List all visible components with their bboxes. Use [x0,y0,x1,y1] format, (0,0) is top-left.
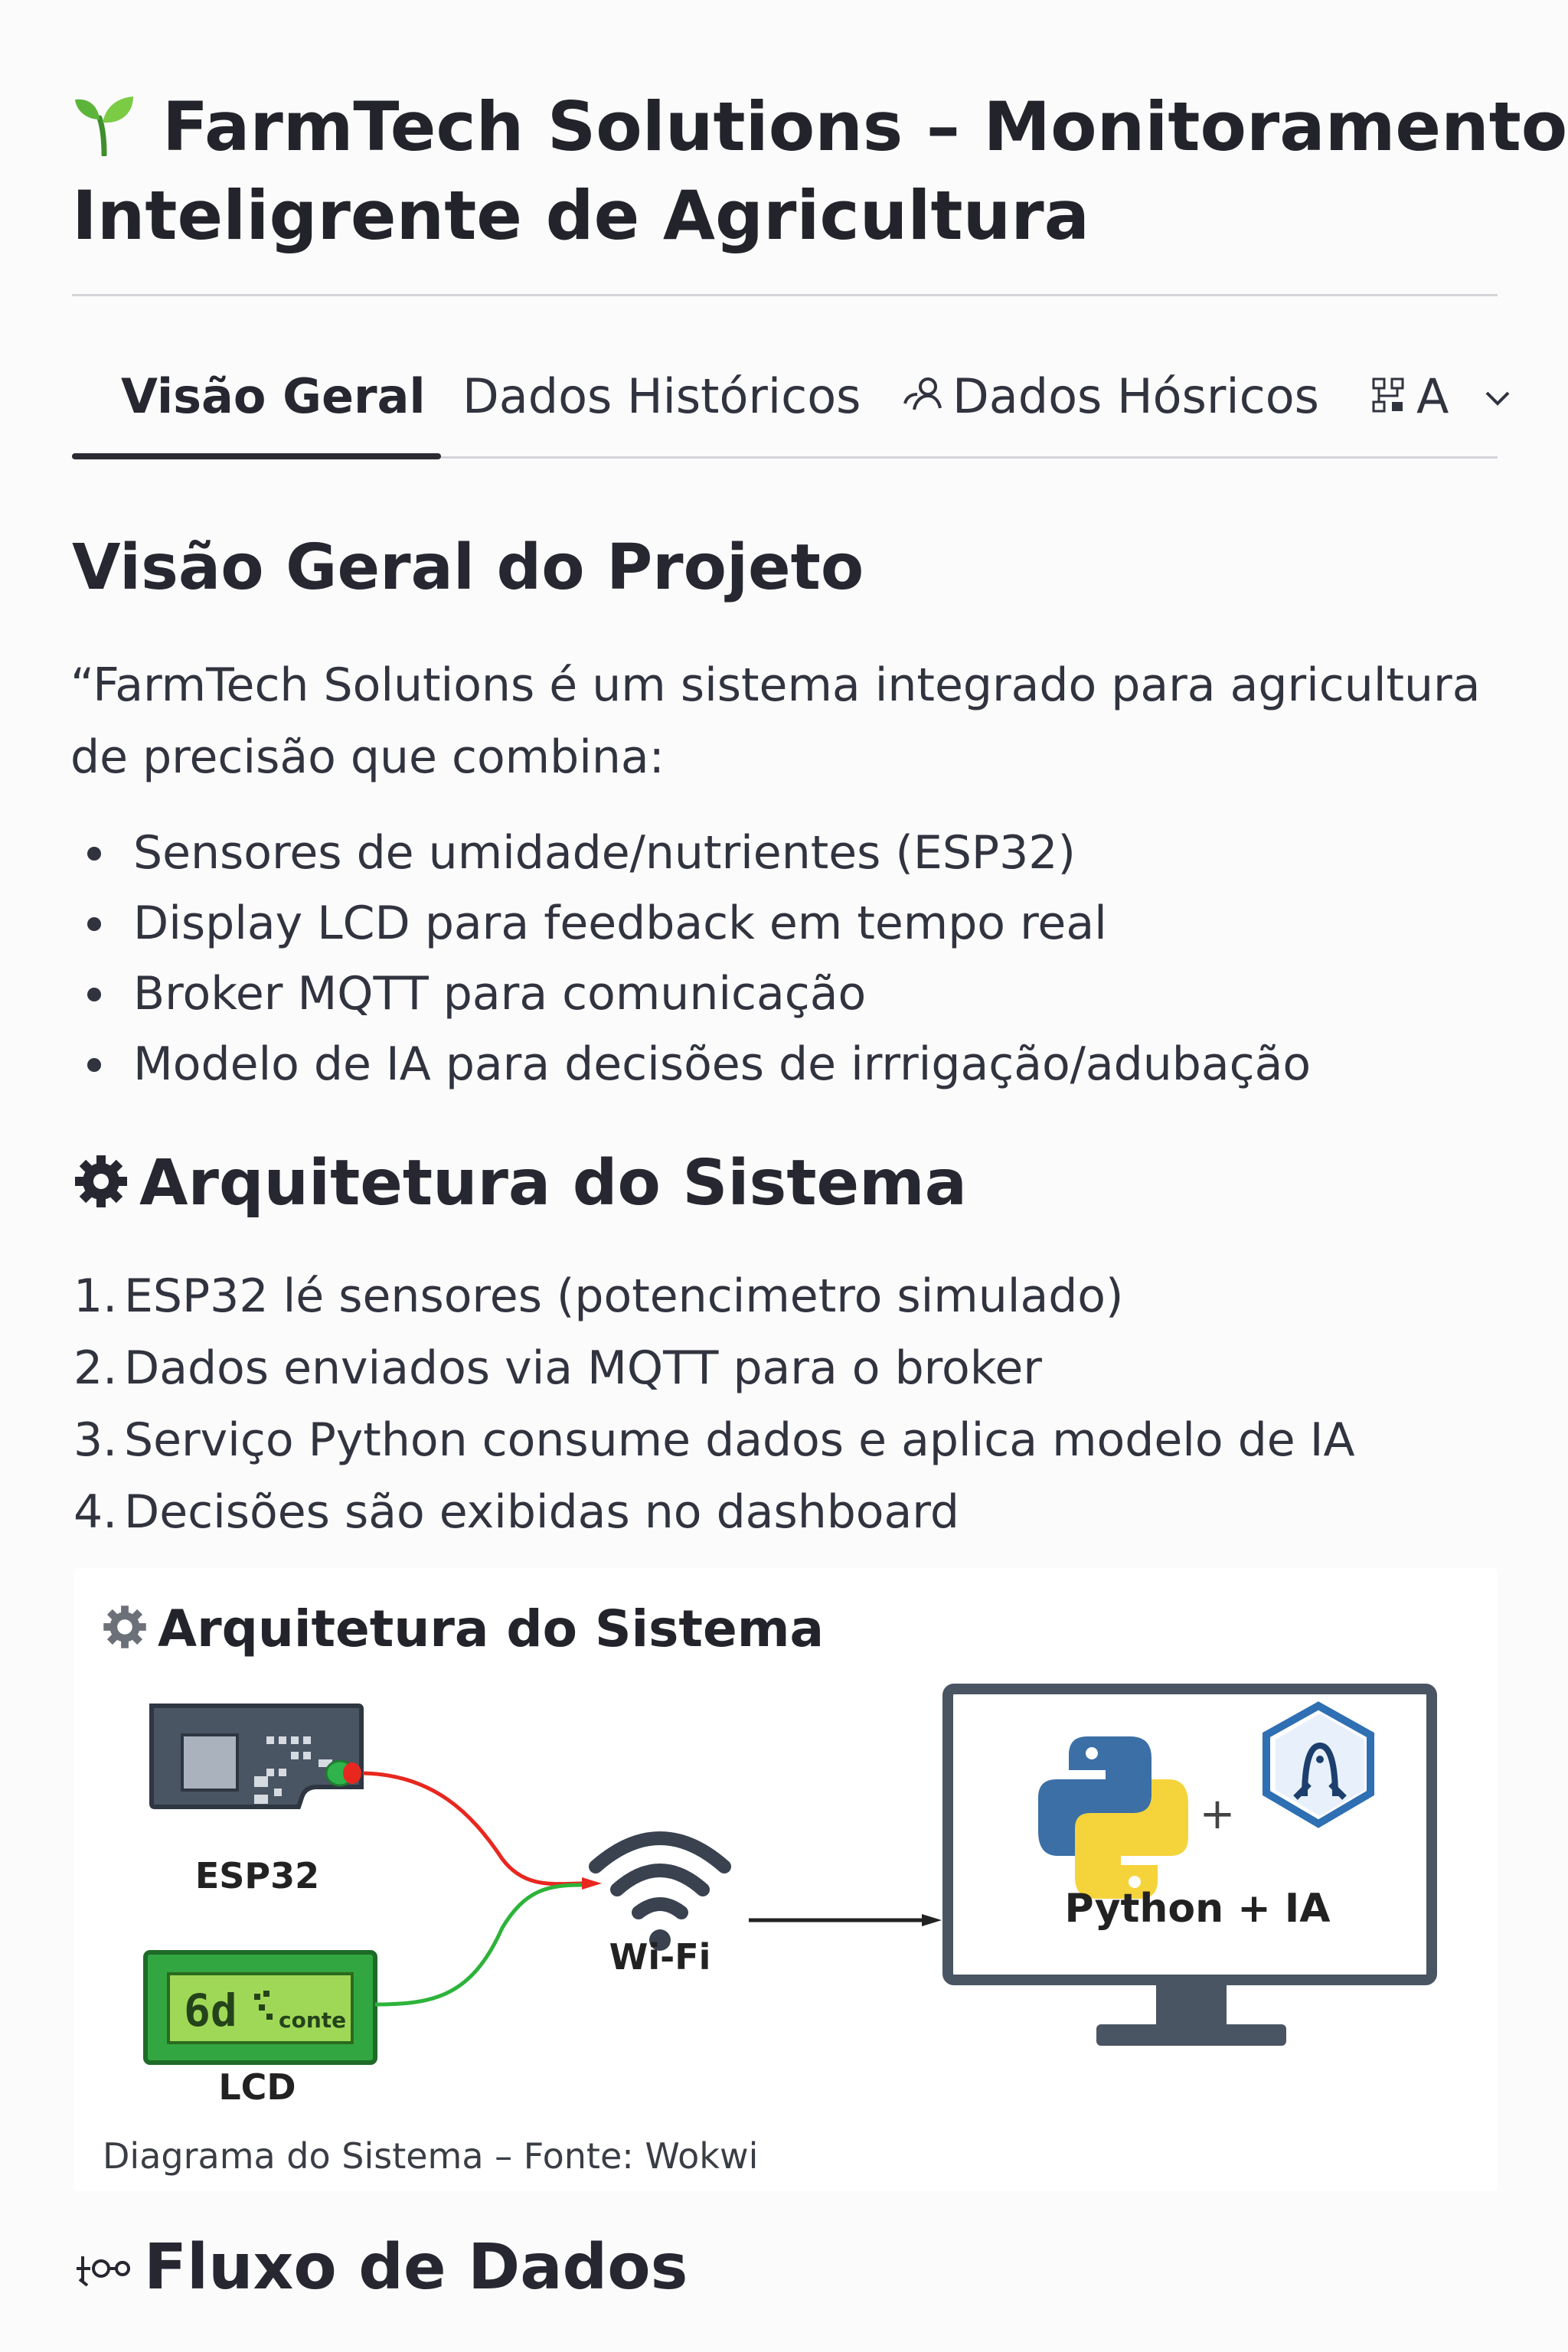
streamlit-page: FarmTech Solutions – Monitoramento Intel… [0,0,1568,2352]
arrowhead-red [582,1877,602,1890]
page-title-line-2: Inteligrente de Agricultura [72,176,1090,255]
dataflow-heading-text: Fluxo de Dados [144,2231,688,2304]
list-item: Modelo de IA para decisões de irrrigação… [70,1029,1311,1099]
tab-dados-hosricos-label: Dados Hósricos [952,368,1319,424]
title-text-1: FarmTech Solutions – Monitoramento [162,87,1568,166]
monitor-label: Python + IA [1065,1886,1331,1932]
lcd-display-icon: 6d conte [143,1950,377,2065]
step-text: ESP32 lé sensores (potencimetro simulado… [124,1269,1124,1323]
wifi-icon [589,1831,731,1919]
lcd-screen-small-text: conte [279,2007,346,2033]
architecture-heading-text: Arquitetura do Sistema [139,1147,967,1220]
wifi-label: Wi-Fi [609,1936,711,1978]
diagram-caption: Diagrama do Sistema – Fonte: Wokwi [103,2135,759,2177]
flow-icon [77,2256,130,2287]
tab-dados-hosricos[interactable]: Dados Hósricos [902,354,1319,439]
architecture-diagram: ESP32 6d conte LCD Wi-Fi + Python + IA [143,1684,1437,2108]
diagram-title-text: Arquitetura do Sistema [158,1599,825,1658]
overview-intro: “FarmTech Solutions é um sistema integra… [70,658,1481,784]
list-item: 3. Serviço Python consume dados e aplica … [74,1413,1355,1467]
overview-heading: Visão Geral do Projeto [72,531,864,604]
dataflow-heading: Fluxo de Dados [72,2230,688,2306]
title-divider [72,294,1498,296]
list-item: 2. Dados enviados via MQTT para o broker [74,1341,1042,1395]
list-item: 1. ESP32 lé sensores (potencimetro simula… [74,1269,1124,1323]
page-title-line-1: FarmTech Solutions – Monitoramento [72,83,1567,172]
seedling-icon [75,96,133,156]
list-item: Sensores de umidade/nutrientes (ESP32) [70,818,1311,888]
step-text: Dados enviados via MQTT para o broker [124,1341,1042,1395]
active-tab-indicator [72,453,441,459]
page-title: FarmTech Solutions – Monitoramento Intel… [72,83,1567,260]
gear-icon [103,1606,146,1648]
red-wire [362,1771,583,1886]
tab-dados-historicos[interactable]: Dados Históricos [462,354,861,439]
step-text: Decisões são exibidas no dashboard [124,1485,959,1539]
tab-visao-geral[interactable]: Visão Geral [121,354,426,439]
step-text: Serviço Python consume dados e aplica mo… [124,1413,1355,1467]
esp32-board-icon [149,1704,364,1809]
architecture-heading: Arquitetura do Sistema [72,1145,967,1222]
architecture-diagram-card: ESP32 6d conte LCD Wi-Fi + Python + IA A… [74,1568,1498,2191]
list-item: Display LCD para feedback em tempo real [70,888,1311,959]
tab-more-label: A [1416,368,1449,424]
plus-sign: + [1200,1789,1236,1839]
gear-icon [75,1155,127,1207]
ai-hexagon-icon [1263,1701,1374,1828]
network-icon [1372,377,1404,413]
architecture-steps: 1. ESP32 lé sensores (potencimetro simula… [74,1260,1355,1548]
tab-more[interactable]: A [1370,354,1514,439]
tab-bar: Visão Geral Dados Históricos Dados Hósri… [72,354,1510,461]
list-item: 4. Decisões são exibidas no dashboard [74,1485,959,1539]
arrowhead [922,1914,942,1926]
people-icon [903,377,942,410]
list-item: Broker MQTT para comunicação [70,959,1311,1029]
lcd-label: LCD [218,2066,296,2108]
esp32-label: ESP32 [195,1855,319,1896]
diagram-title: Arquitetura do Sistema [101,1599,824,1660]
overview-bullet-list: Sensores de umidade/nutrientes (ESP32) D… [70,818,1311,1099]
chevron-down-icon[interactable] [1481,382,1514,416]
green-wire [374,1883,583,2007]
lcd-screen-text: 6d [184,1984,237,2037]
